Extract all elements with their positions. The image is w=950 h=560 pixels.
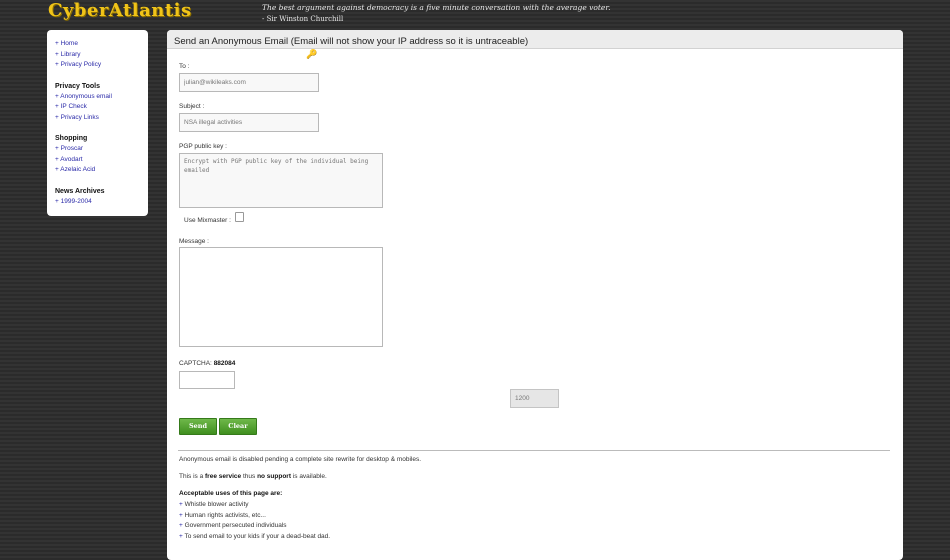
to-field[interactable] [179, 73, 319, 92]
quote-author: - Sir Winston Churchill [262, 15, 344, 23]
mixmaster-checkbox[interactable] [235, 212, 244, 222]
site-logo[interactable]: CyberAtlantis [48, 0, 192, 21]
captcha-label-text: CAPTCHA: [179, 360, 212, 367]
acceptable-uses: Acceptable uses of this page are: Whistl… [179, 490, 330, 542]
captcha-code: 882084 [213, 360, 236, 367]
use-item: Whistle blower activity [179, 500, 330, 511]
disabled-notice: Anonymous email is disabled pending a co… [179, 456, 422, 463]
sidebar-nav: Home Library Privacy Policy Privacy Tool… [47, 30, 148, 216]
key-icon[interactable]: 🔑 [306, 49, 317, 60]
captcha-label: CAPTCHA: 882084 [179, 360, 235, 367]
sidebar-link-privacy-policy[interactable]: Privacy Policy [55, 60, 148, 71]
sidebar-link-proscar[interactable]: Proscar [55, 144, 148, 155]
pgp-key-field[interactable] [179, 153, 383, 208]
subject-label: Subject : [179, 103, 205, 110]
captcha-input[interactable] [179, 371, 235, 389]
uses-title: Acceptable uses of this page are: [179, 490, 283, 497]
sidebar-link-anonymous-email[interactable]: Anonymous email [55, 92, 148, 103]
sidebar-link-privacy-links[interactable]: Privacy Links [55, 113, 148, 124]
char-count-field [510, 389, 559, 408]
service-mid: thus [241, 473, 258, 480]
sidebar-link-ip-check[interactable]: IP Check [55, 102, 148, 113]
sidebar-heading-news-archives: News Archives [55, 187, 105, 195]
message-label: Message : [179, 238, 209, 245]
service-free: free service [205, 473, 242, 480]
clear-button[interactable]: Clear [219, 418, 257, 435]
service-notice: This is a free service thus no support i… [179, 473, 327, 480]
sidebar-link-1999-2004[interactable]: 1999-2004 [55, 197, 148, 208]
service-prefix: This is a [179, 473, 206, 480]
sidebar-link-home[interactable]: Home [55, 39, 148, 50]
pgp-key-label: PGP public key : [179, 143, 227, 150]
service-suffix: is available. [291, 473, 327, 480]
service-no-support: no support [257, 473, 292, 480]
mixmaster-label: Use Mixmaster : [184, 217, 231, 224]
divider [178, 450, 890, 451]
use-item: Government persecuted individuals [179, 521, 330, 532]
sidebar-link-library[interactable]: Library [55, 50, 148, 61]
sidebar-heading-privacy-tools: Privacy Tools [55, 82, 101, 90]
sidebar-link-azelaic-acid[interactable]: Azelaic Acid [55, 165, 148, 176]
message-field[interactable] [179, 247, 383, 347]
to-label: To : [179, 63, 190, 70]
send-button[interactable]: Send [179, 418, 217, 435]
sidebar-link-avodart[interactable]: Avodart [55, 155, 148, 166]
form-title: Send an Anonymous Email (Email will not … [167, 30, 903, 49]
subject-field[interactable] [179, 113, 319, 132]
sidebar-heading-shopping: Shopping [55, 135, 88, 142]
use-item: Human rights activists, etc... [179, 511, 330, 522]
quote-text: The best argument against democracy is a… [262, 3, 611, 12]
use-item: To send email to your kids if your a dea… [179, 532, 330, 543]
header-quote: The best argument against democracy is a… [262, 3, 611, 23]
